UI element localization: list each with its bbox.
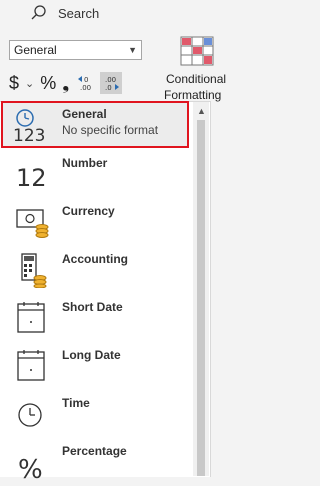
clock-123-icon: 123 xyxy=(13,109,45,143)
format-item-number[interactable]: 12 Number xyxy=(0,150,193,198)
format-item-name: General xyxy=(62,107,107,121)
scroll-up-icon[interactable]: ▲ xyxy=(197,106,206,116)
svg-text:123: 123 xyxy=(13,126,45,143)
svg-text:.00: .00 xyxy=(105,76,116,84)
svg-text:0: 0 xyxy=(84,76,88,84)
decrease-decimal-icon: .00 .0 xyxy=(105,76,120,92)
decrease-decimal-button[interactable]: .00 .0 xyxy=(100,72,123,94)
clock-icon xyxy=(18,403,42,427)
currency-dropdown-icon[interactable]: ⌄ xyxy=(25,77,34,90)
svg-text:.00: .00 xyxy=(80,84,91,92)
percent-style-button[interactable]: % xyxy=(40,73,56,94)
conditional-formatting-label: Conditional xyxy=(166,72,227,86)
accounting-calculator-icon xyxy=(21,253,47,288)
format-item-name: Currency xyxy=(62,204,115,218)
search-box[interactable]: Search xyxy=(0,0,233,30)
calendar-short-icon xyxy=(17,302,45,333)
chevron-down-icon: ▼ xyxy=(128,45,137,55)
percent-icon: % xyxy=(18,455,43,480)
format-item-general[interactable]: 123 General No specific format xyxy=(0,101,193,149)
format-item-description: No specific format xyxy=(62,123,159,137)
format-item-name: Percentage xyxy=(62,444,127,458)
number-tools: $ ⌄ % ❟ 0 .00 .00 .0 xyxy=(9,70,125,96)
comma-style-button[interactable]: ❟ xyxy=(62,73,69,94)
format-item-name: Number xyxy=(62,156,108,170)
svg-text:%: % xyxy=(18,455,43,480)
increase-decimal-icon: 0 .00 xyxy=(78,76,91,92)
format-item-currency[interactable]: Currency xyxy=(0,198,193,246)
number-format-value: General xyxy=(14,43,57,57)
format-item-name: Short Date xyxy=(62,300,123,314)
search-icon xyxy=(31,5,46,20)
svg-text:.0: .0 xyxy=(105,84,112,92)
currency-bill-icon xyxy=(16,209,49,238)
format-item-time[interactable]: Time xyxy=(0,390,193,438)
format-item-long-date[interactable]: Long Date xyxy=(0,342,193,390)
calendar-long-icon xyxy=(17,350,45,381)
format-item-percentage[interactable]: % Percentage xyxy=(0,438,193,486)
conditional-formatting-icon xyxy=(180,36,214,66)
svg-text:12: 12 xyxy=(16,164,47,192)
format-item-name: Accounting xyxy=(62,252,128,266)
number-12-icon: 12 xyxy=(16,164,47,192)
currency-format-button[interactable]: $ xyxy=(9,73,19,94)
number-format-select[interactable]: General ▼ xyxy=(9,40,142,60)
number-ribbon-group: General ▼ $ ⌄ % ❟ 0 .00 .00 .0 Condition… xyxy=(0,30,233,116)
scrollbar-thumb[interactable] xyxy=(197,120,205,476)
format-item-short-date[interactable]: Short Date xyxy=(0,294,193,342)
format-item-accounting[interactable]: Accounting xyxy=(0,246,193,294)
increase-decimal-button[interactable]: 0 .00 xyxy=(75,72,97,94)
format-item-name: Time xyxy=(62,396,90,410)
search-label: Search xyxy=(58,6,100,21)
format-item-name: Long Date xyxy=(62,348,121,362)
conditional-formatting-button[interactable]: Conditional Formatting ⌄ xyxy=(160,36,233,116)
